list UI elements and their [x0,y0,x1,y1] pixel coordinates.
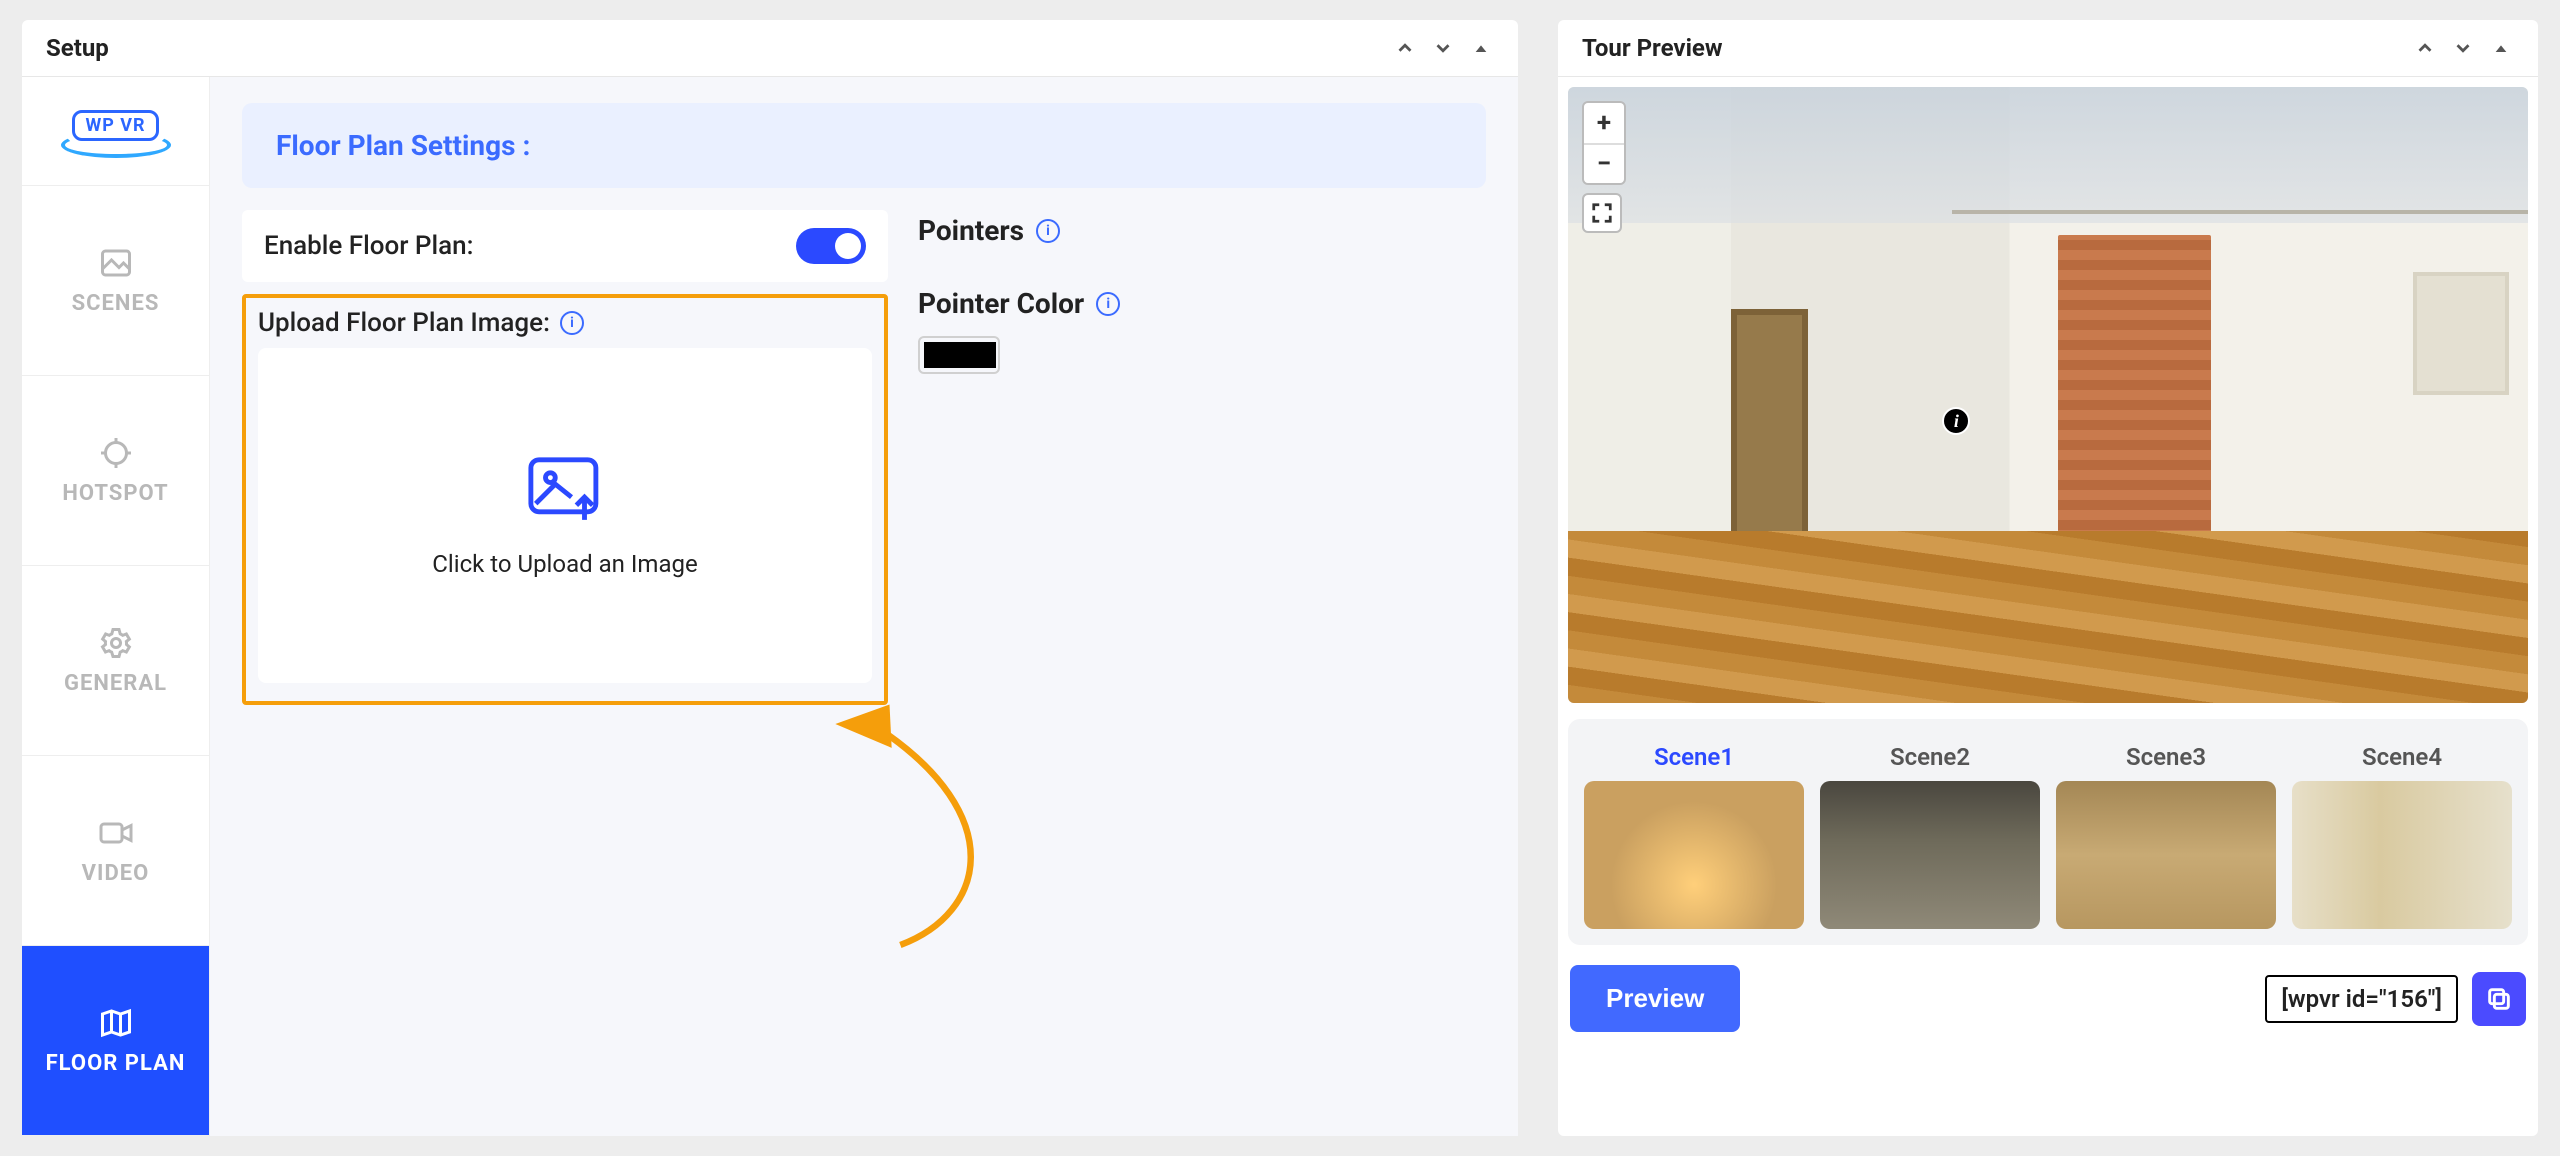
fullscreen-button[interactable] [1582,193,1622,233]
image-icon [98,245,134,281]
sidebar-item-hotspot[interactable]: HOTSPOT [22,376,209,566]
upload-cta-text: Click to Upload an Image [432,550,697,578]
sidebar-label-hotspot: HOTSPOT [62,481,168,506]
wpvr-logo: WP VR [22,77,209,186]
floorplan-settings-content: Floor Plan Settings : Enable Floor Plan: [210,77,1518,1136]
setup-panel-header: Setup [22,20,1518,77]
scene-card-3[interactable]: Scene3 [2056,743,2276,929]
sidebar-label-floorplan: FLOOR PLAN [46,1051,186,1076]
upload-floorplan-highlight: Upload Floor Plan Image: i [242,294,888,705]
scene-label: Scene2 [1890,743,1970,771]
preview-collapse-up-icon[interactable] [2412,35,2438,61]
annotation-arrow [802,685,1042,945]
upload-floorplan-area[interactable]: Click to Upload an Image [258,348,872,683]
scene-label: Scene4 [2362,743,2442,771]
pointer-color-info-icon[interactable]: i [1096,292,1120,316]
setup-title: Setup [46,34,109,62]
scene-thumb [1820,781,2040,929]
pointer-color-value [924,342,996,368]
panorama-viewer[interactable]: + − i [1568,87,2528,703]
fullscreen-icon [1591,202,1613,224]
scene-card-1[interactable]: Scene1 [1584,743,1804,929]
sidebar-label-video: VIDEO [82,861,150,886]
enable-floorplan-label: Enable Floor Plan: [264,231,473,261]
scene-card-2[interactable]: Scene2 [1820,743,2040,929]
copy-shortcode-button[interactable] [2472,972,2526,1026]
pointers-info-icon[interactable]: i [1036,219,1060,243]
setup-collapse-up-icon[interactable] [1392,35,1418,61]
setup-expand-down-icon[interactable] [1430,35,1456,61]
upload-image-icon [526,454,604,530]
sidebar-item-video[interactable]: VIDEO [22,756,209,946]
gear-icon [98,625,134,661]
zoom-controls: + − [1582,101,1626,185]
scene-thumbnails: Scene1 Scene2 Scene3 Scene4 [1568,719,2528,945]
upload-info-icon[interactable]: i [560,311,584,335]
scene-label: Scene3 [2126,743,2206,771]
setup-sidebar: WP VR SCENES HOTSPOT GENERAL [22,77,210,1136]
preview-expand-down-icon[interactable] [2450,35,2476,61]
map-icon [98,1005,134,1041]
logo-text: WP VR [72,110,158,141]
preview-button[interactable]: Preview [1570,965,1740,1032]
scene-card-4[interactable]: Scene4 [2292,743,2512,929]
section-title-bar: Floor Plan Settings : [242,103,1486,188]
enable-floorplan-row: Enable Floor Plan: [242,210,888,282]
video-icon [98,815,134,851]
preview-title: Tour Preview [1582,34,1723,62]
zoom-out-button[interactable]: − [1584,143,1624,183]
zoom-in-button[interactable]: + [1584,103,1624,143]
section-title: Floor Plan Settings : [276,129,530,162]
preview-panel-header: Tour Preview [1558,20,2538,77]
sidebar-item-scenes[interactable]: SCENES [22,186,209,376]
target-icon [98,435,134,471]
tour-preview-panel: Tour Preview [1558,20,2538,1136]
preview-toggle-icon[interactable] [2488,35,2514,61]
sidebar-item-floorplan[interactable]: FLOOR PLAN [22,946,209,1136]
scene-thumb [2292,781,2512,929]
pointer-color-swatch[interactable] [918,336,1000,374]
scene-thumb [1584,781,1804,929]
sidebar-label-scenes: SCENES [72,291,160,316]
pointer-color-label: Pointer Color [918,287,1084,320]
setup-panel: Setup WP VR [22,20,1518,1136]
pointers-header: Pointers [918,214,1024,247]
scene-label: Scene1 [1654,743,1734,771]
scene-thumb [2056,781,2276,929]
sidebar-item-general[interactable]: GENERAL [22,566,209,756]
copy-icon [2485,985,2513,1013]
upload-floorplan-label: Upload Floor Plan Image: [258,308,550,338]
setup-toggle-icon[interactable] [1468,35,1494,61]
enable-floorplan-toggle[interactable] [796,228,866,264]
sidebar-label-general: GENERAL [64,671,167,696]
shortcode-text[interactable]: [wpvr id="156"] [2265,975,2458,1023]
